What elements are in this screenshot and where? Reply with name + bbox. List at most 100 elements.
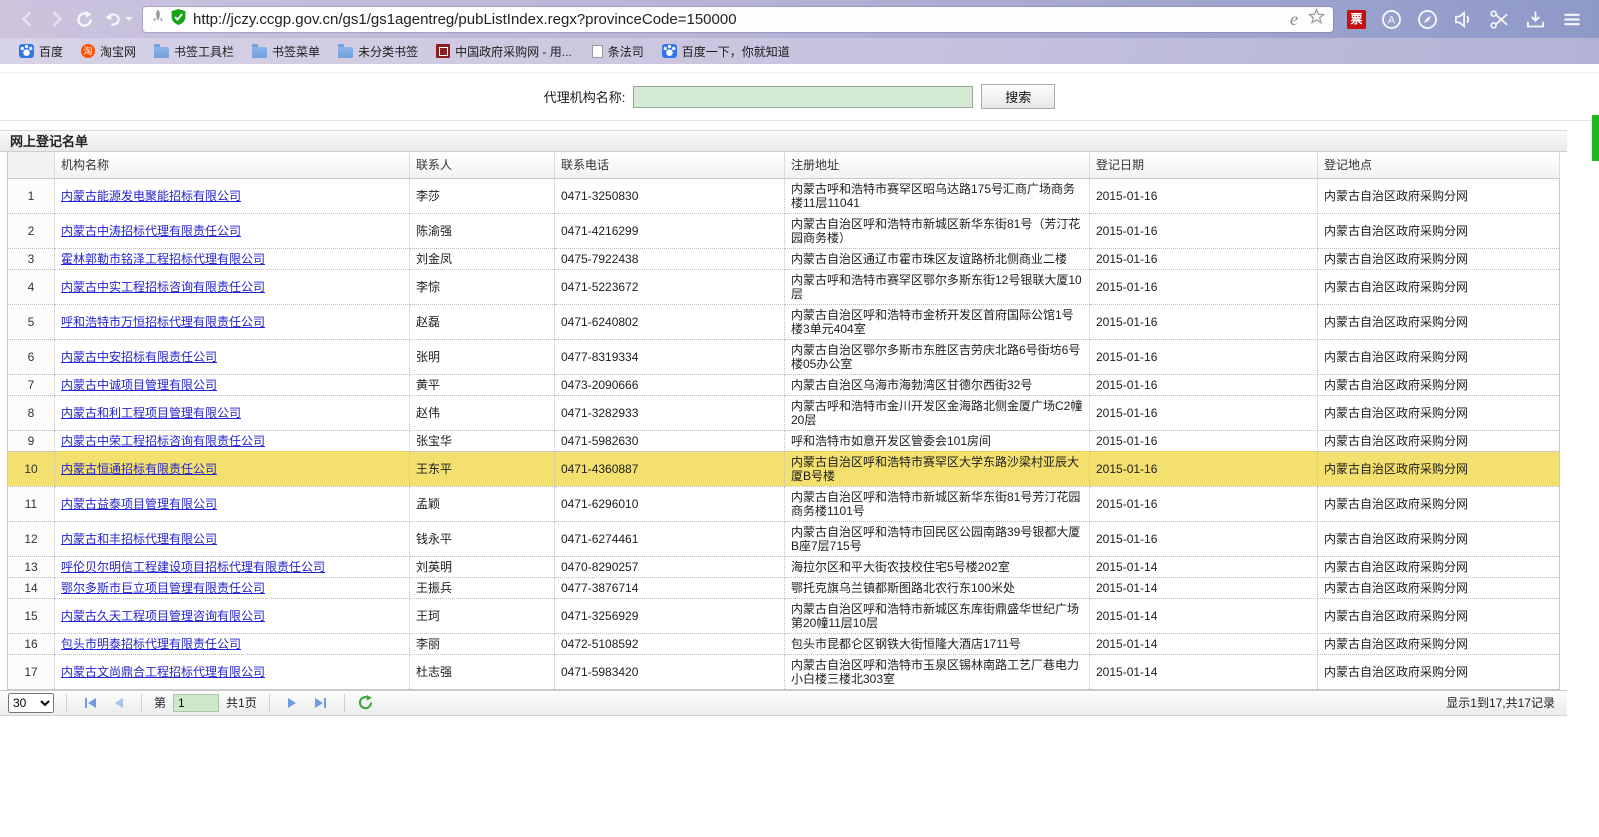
agency-name-link[interactable]: 内蒙古中安招标有限责任公司 — [61, 350, 217, 364]
table-row[interactable]: 5呼和浩特市万恒招标代理有限责任公司赵磊0471-6240802内蒙古自治区呼和… — [8, 304, 1560, 339]
reload-icon[interactable] — [74, 9, 95, 30]
cell-contact: 李莎 — [410, 178, 555, 213]
table-row[interactable]: 17内蒙古文尚鼎合工程招标代理有限公司杜志强0471-5983420内蒙古自治区… — [8, 654, 1560, 689]
cell-name: 内蒙古和利工程项目管理有限公司 — [55, 395, 410, 430]
agency-name-link[interactable]: 鄂尔多斯市巨立项目管理有限责任公司 — [61, 581, 265, 595]
prev-page-button[interactable] — [109, 696, 129, 710]
table-row[interactable]: 14鄂尔多斯市巨立项目管理有限责任公司王振兵0477-3876714鄂托克旗乌兰… — [8, 577, 1560, 598]
cell-name: 内蒙古中荣工程招标咨询有限责任公司 — [55, 430, 410, 451]
search-button[interactable]: 搜索 — [981, 84, 1055, 109]
last-page-button[interactable] — [309, 696, 332, 710]
agency-name-link[interactable]: 呼和浩特市万恒招标代理有限责任公司 — [61, 315, 265, 329]
cell-phone: 0477-3876714 — [555, 577, 785, 598]
bookmark-item[interactable]: 未分类书签 — [329, 38, 427, 64]
url-text[interactable]: http://jczy.ccgp.gov.cn/gs1/gs1agentreg/… — [193, 11, 1290, 28]
record-summary: 显示1到17,共17记录 — [1446, 694, 1555, 711]
agency-name-link[interactable]: 内蒙古和丰招标代理有限公司 — [61, 532, 217, 546]
table-row[interactable]: 8内蒙古和利工程项目管理有限公司赵伟0471-3282933内蒙古呼和浩特市金川… — [8, 395, 1560, 430]
back-icon[interactable] — [18, 9, 38, 29]
cell-date: 2015-01-14 — [1090, 654, 1318, 689]
bookmark-item[interactable]: 书签工具栏 — [145, 38, 243, 64]
cell-location: 内蒙古自治区政府采购分网 — [1318, 556, 1560, 577]
bookmark-item[interactable]: 条法司 — [581, 38, 653, 64]
agency-name-link[interactable]: 内蒙古中实工程招标咨询有限责任公司 — [61, 280, 265, 294]
cell-location: 内蒙古自治区政府采购分网 — [1318, 395, 1560, 430]
agency-name-link[interactable]: 内蒙古和利工程项目管理有限公司 — [61, 406, 241, 420]
agency-name-link[interactable]: 内蒙古久天工程项目管理咨询有限公司 — [61, 609, 265, 623]
cell-num: 1 — [8, 178, 55, 213]
first-page-button[interactable] — [79, 696, 102, 710]
cell-num: 12 — [8, 521, 55, 556]
refresh-icon[interactable] — [357, 694, 374, 711]
table-row[interactable]: 10内蒙古恒通招标有限责任公司王东平0471-4360887内蒙古自治区呼和浩特… — [8, 451, 1560, 486]
cell-address: 内蒙古自治区鄂尔多斯市东胜区吉劳庆北路6号街坊6号楼05办公室 — [785, 339, 1090, 374]
scrollbar-thumb[interactable] — [1592, 115, 1599, 161]
agency-name-link[interactable]: 呼伦贝尔明信工程建设项目招标代理有限责任公司 — [61, 560, 325, 574]
cell-date: 2015-01-16 — [1090, 521, 1318, 556]
speaker-icon[interactable] — [1453, 9, 1474, 30]
rocket-icon — [151, 9, 165, 30]
compass-icon[interactable] — [1417, 9, 1438, 30]
bookmark-label: 中国政府采购网 - 用... — [455, 43, 572, 60]
agency-name-link[interactable]: 包头市明泰招标代理有限责任公司 — [61, 637, 241, 651]
column-header-num — [8, 152, 55, 178]
agency-name-link[interactable]: 内蒙古中涛招标代理有限责任公司 — [61, 224, 241, 238]
cell-name: 内蒙古和丰招标代理有限公司 — [55, 521, 410, 556]
cell-num: 7 — [8, 374, 55, 395]
table-row[interactable]: 12内蒙古和丰招标代理有限公司钱永平0471-6274461内蒙古自治区呼和浩特… — [8, 521, 1560, 556]
ticket-icon[interactable]: 票 — [1347, 10, 1366, 29]
table-row[interactable]: 9内蒙古中荣工程招标咨询有限责任公司张宝华0471-5982630呼和浩特市如意… — [8, 430, 1560, 451]
download-icon[interactable] — [1525, 9, 1546, 30]
undo-dropdown-caret[interactable] — [125, 17, 133, 21]
agency-name-link[interactable]: 内蒙古中诚项目管理有限公司 — [61, 378, 217, 392]
table-row[interactable]: 4内蒙古中实工程招标咨询有限责任公司李悰0471-5223672内蒙古呼和浩特市… — [8, 269, 1560, 304]
bookmark-item[interactable]: 书签菜单 — [243, 38, 329, 64]
cell-contact: 杜志强 — [410, 654, 555, 689]
forward-icon[interactable] — [46, 9, 66, 29]
table-row[interactable]: 2内蒙古中涛招标代理有限责任公司陈渝强0471-4216299内蒙古自治区呼和浩… — [8, 213, 1560, 248]
cell-location: 内蒙古自治区政府采购分网 — [1318, 304, 1560, 339]
cell-contact: 黄平 — [410, 374, 555, 395]
table-row[interactable]: 1内蒙古能源发电聚能招标有限公司李莎0471-3250830内蒙古呼和浩特市赛罕… — [8, 178, 1560, 213]
bookmark-item[interactable]: 中国政府采购网 - 用... — [427, 38, 581, 64]
table-row[interactable]: 11内蒙古益泰项目管理有限公司孟颖0471-6296010内蒙古自治区呼和浩特市… — [8, 486, 1560, 521]
reader-a-icon[interactable]: A — [1381, 9, 1402, 30]
undo-icon[interactable] — [103, 9, 133, 29]
table-row[interactable]: 6内蒙古中安招标有限责任公司张明0477-8319334内蒙古自治区鄂尔多斯市东… — [8, 339, 1560, 374]
agency-name-link[interactable]: 内蒙古益泰项目管理有限公司 — [61, 497, 217, 511]
agency-name-link[interactable]: 内蒙古能源发电聚能招标有限公司 — [61, 189, 241, 203]
page-number-input[interactable] — [173, 694, 219, 712]
scissors-icon[interactable] — [1489, 9, 1510, 30]
next-page-button[interactable] — [282, 696, 302, 710]
cell-location: 内蒙古自治区政府采购分网 — [1318, 248, 1560, 269]
cell-name: 内蒙古益泰项目管理有限公司 — [55, 486, 410, 521]
page-size-select[interactable]: 30 — [8, 693, 54, 713]
bookmark-label: 书签菜单 — [272, 43, 320, 60]
url-bar[interactable]: http://jczy.ccgp.gov.cn/gs1/gs1agentreg/… — [143, 7, 1333, 32]
secure-shield-icon[interactable] — [170, 8, 187, 31]
table-row[interactable]: 13呼伦贝尔明信工程建设项目招标代理有限责任公司刘英明0470-8290257海… — [8, 556, 1560, 577]
bookmark-item[interactable]: 百度 — [10, 38, 72, 64]
cell-date: 2015-01-14 — [1090, 598, 1318, 633]
cell-contact: 王振兵 — [410, 577, 555, 598]
bookmark-item[interactable]: 淘淘宝网 — [72, 38, 145, 64]
agency-name-link[interactable]: 霍林郭勒市铭泽工程招标代理有限公司 — [61, 252, 265, 266]
agency-name-link[interactable]: 内蒙古文尚鼎合工程招标代理有限公司 — [61, 665, 265, 679]
cell-phone: 0470-8290257 — [555, 556, 785, 577]
table-row[interactable]: 3霍林郭勒市铭泽工程招标代理有限公司刘金凤0475-7922438内蒙古自治区通… — [8, 248, 1560, 269]
table-row[interactable]: 16包头市明泰招标代理有限责任公司李丽0472-5108592包头市昆都仑区钢铁… — [8, 633, 1560, 654]
agency-name-link[interactable]: 内蒙古恒通招标有限责任公司 — [61, 462, 217, 476]
folder-icon — [252, 47, 267, 58]
bookmark-item[interactable]: 百度一下，你就知道 — [653, 38, 799, 64]
menu-icon[interactable] — [1561, 9, 1583, 30]
bookmark-star-icon[interactable] — [1308, 8, 1325, 30]
agency-name-link[interactable]: 内蒙古中荣工程招标咨询有限责任公司 — [61, 434, 265, 448]
table-row[interactable]: 7内蒙古中诚项目管理有限公司黄平0473-2090666内蒙古自治区乌海市海勃湾… — [8, 374, 1560, 395]
cell-date: 2015-01-16 — [1090, 430, 1318, 451]
bookmark-label: 条法司 — [608, 43, 644, 60]
ie-icon[interactable]: e — [1290, 9, 1298, 30]
table-row[interactable]: 15内蒙古久天工程项目管理咨询有限公司王珂0471-3256929内蒙古自治区呼… — [8, 598, 1560, 633]
agency-name-input[interactable] — [633, 86, 973, 108]
cell-num: 16 — [8, 633, 55, 654]
cell-name: 鄂尔多斯市巨立项目管理有限责任公司 — [55, 577, 410, 598]
